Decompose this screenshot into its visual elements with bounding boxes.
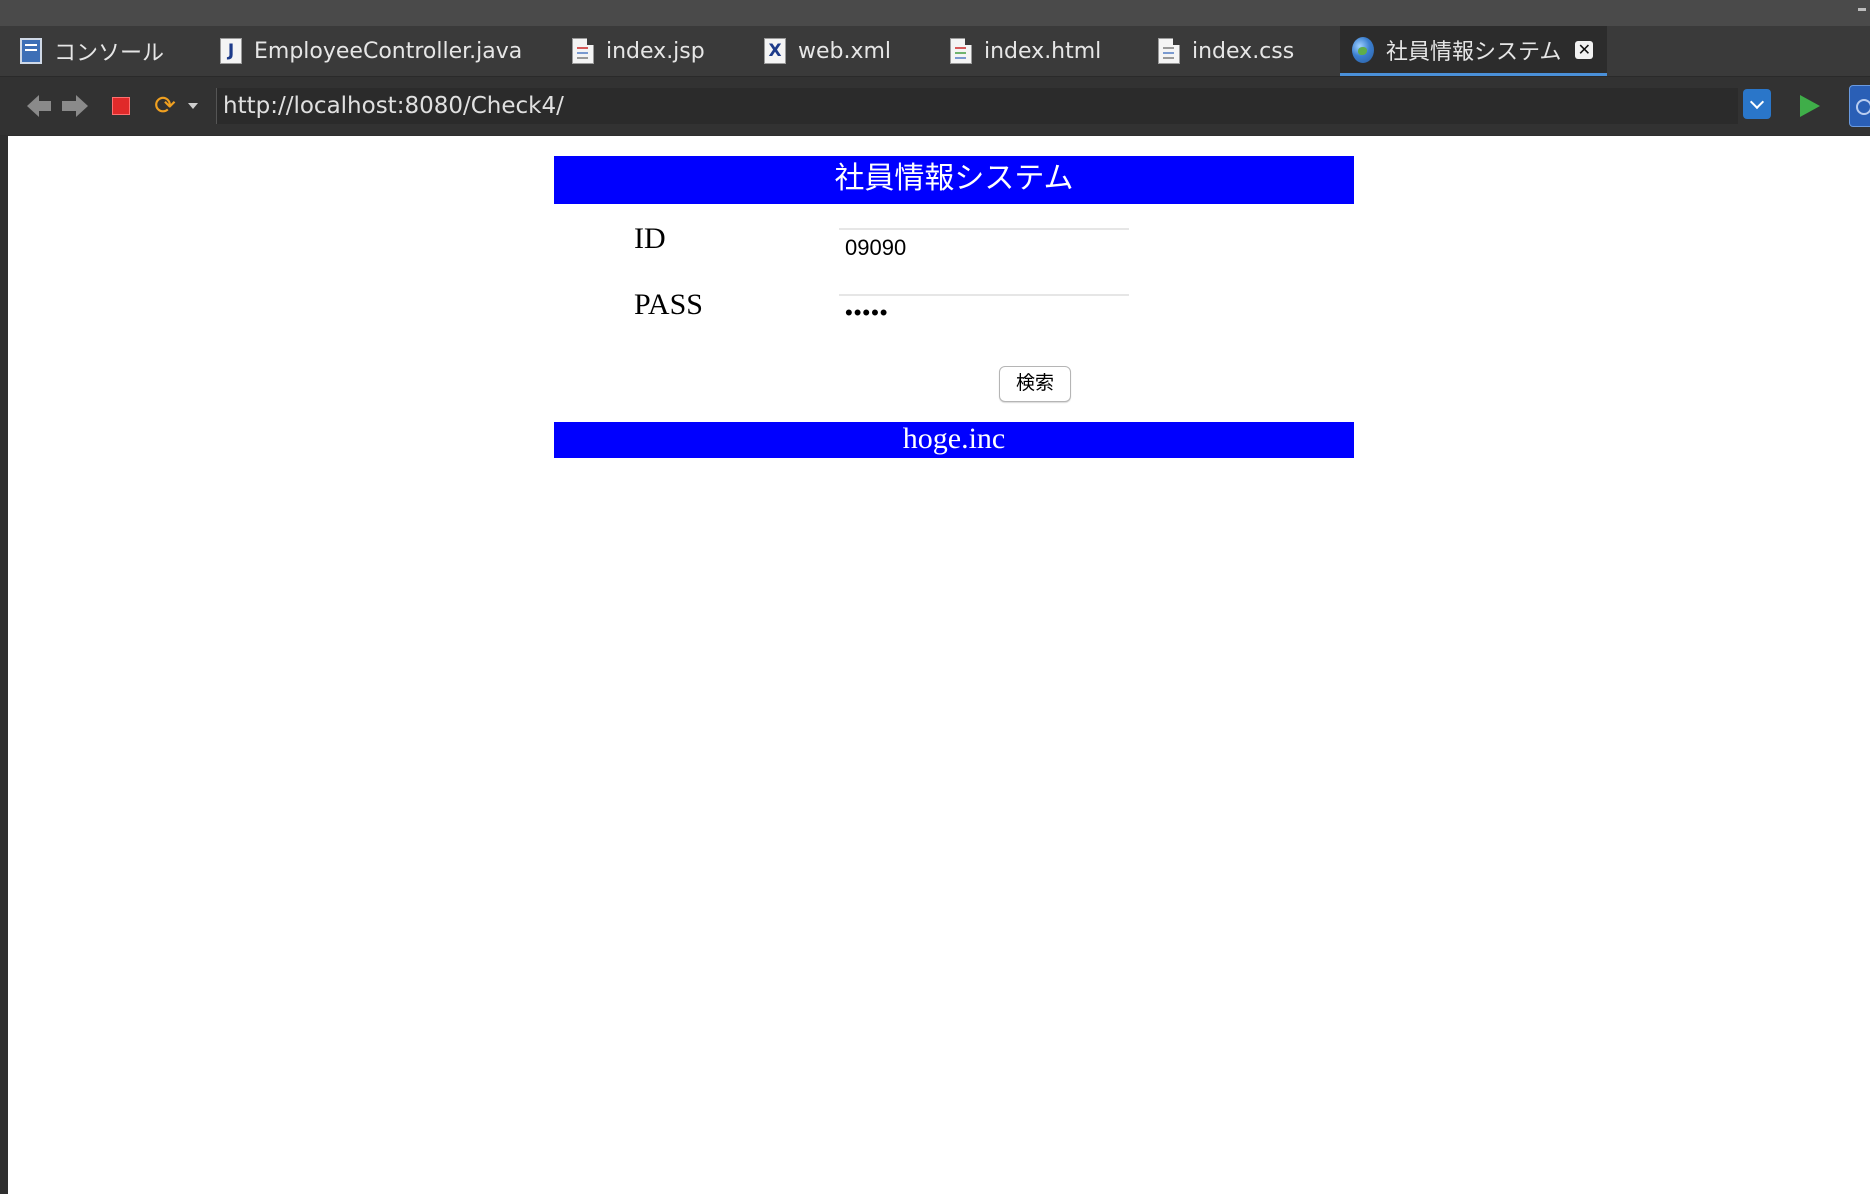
url-history-dropdown[interactable] — [1743, 89, 1771, 119]
external-browser-icon[interactable] — [1849, 85, 1870, 127]
back-button[interactable] — [18, 91, 51, 121]
tab-label: 社員情報システム — [1386, 39, 1562, 65]
tab-label: index.css — [1192, 38, 1295, 64]
browser-viewport: 社員情報システム ID PASS ••••• 検索 hoge.inc — [8, 136, 1870, 1194]
id-field[interactable] — [839, 228, 1129, 262]
tab-label: index.html — [984, 38, 1102, 64]
forward-button[interactable] — [60, 91, 90, 121]
css-file-icon — [1158, 38, 1180, 64]
jsp-file-icon — [572, 38, 594, 64]
tab-console[interactable]: コンソール — [20, 26, 164, 76]
xml-file-icon: X — [764, 38, 786, 64]
browser-toolbar: ⟳ http://localhost:8080/Check4/ — [0, 77, 1870, 135]
stop-icon — [112, 97, 130, 115]
tab-index-html[interactable]: index.html — [950, 26, 1101, 76]
arrow-right-icon — [62, 95, 88, 117]
tab-label: コンソール — [54, 41, 165, 66]
page-footer: hoge.inc — [554, 422, 1354, 458]
tab-label: index.jsp — [606, 38, 705, 64]
tab-web-xml[interactable]: X web.xml — [764, 26, 891, 76]
globe-icon — [1352, 36, 1374, 63]
go-button[interactable] — [1800, 95, 1820, 117]
console-icon — [20, 38, 42, 64]
page-title: 社員情報システム — [554, 156, 1354, 204]
minimize-icon[interactable] — [1858, 8, 1866, 11]
arrow-left-icon — [27, 95, 51, 117]
tab-employee-controller[interactable]: J EmployeeController.java — [220, 26, 522, 76]
refresh-dropdown-icon[interactable] — [188, 103, 198, 109]
id-label: ID — [634, 222, 666, 255]
tab-label: EmployeeController.java — [254, 38, 523, 64]
url-input[interactable]: http://localhost:8080/Check4/ — [216, 88, 1738, 124]
html-file-icon — [950, 38, 972, 64]
pass-label: PASS — [634, 288, 703, 321]
ide-window: コンソール J EmployeeController.java index.js… — [0, 0, 1870, 1194]
close-icon[interactable]: ✕ — [1575, 40, 1594, 59]
editor-tab-bar: コンソール J EmployeeController.java index.js… — [0, 26, 1870, 77]
tab-index-jsp[interactable]: index.jsp — [572, 26, 705, 76]
tab-label: web.xml — [798, 38, 892, 64]
refresh-icon: ⟳ — [154, 91, 176, 121]
left-gutter — [0, 136, 8, 1194]
window-top-strip — [0, 0, 1870, 26]
search-button[interactable]: 検索 — [999, 366, 1071, 402]
tab-browser-employee-system[interactable]: 社員情報システム ✕ — [1340, 26, 1608, 76]
stop-button[interactable] — [106, 91, 136, 121]
java-file-icon: J — [220, 38, 242, 64]
tab-index-css[interactable]: index.css — [1158, 26, 1294, 76]
password-field[interactable]: ••••• — [839, 294, 1129, 328]
refresh-button[interactable]: ⟳ — [150, 91, 180, 121]
